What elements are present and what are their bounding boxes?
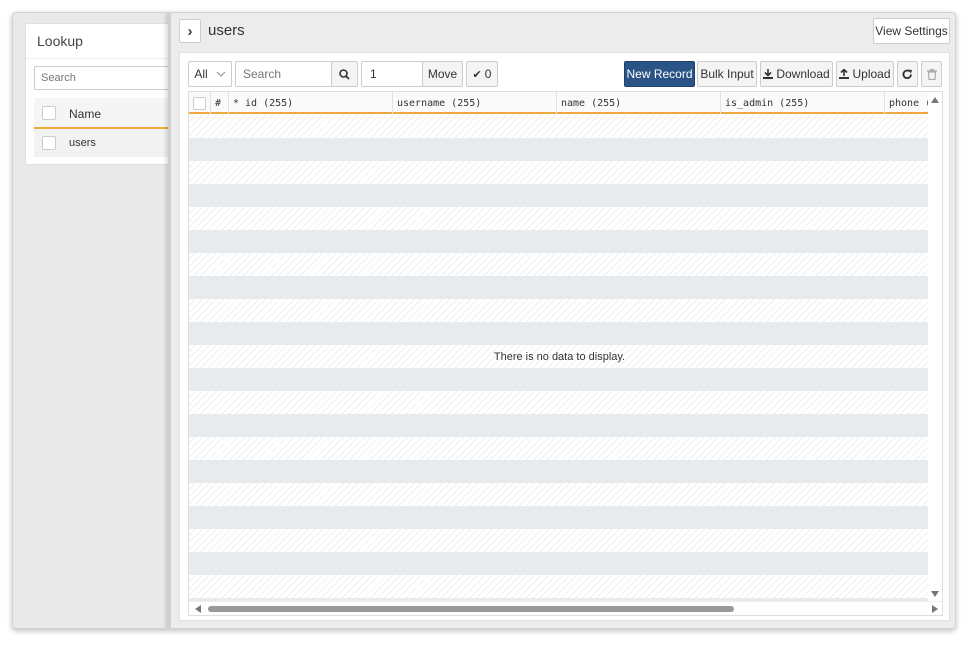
selected-count: 0 bbox=[484, 67, 492, 81]
scroll-left-icon[interactable] bbox=[195, 605, 201, 613]
move-button[interactable]: Move bbox=[422, 61, 463, 87]
page-number-input[interactable] bbox=[361, 61, 423, 87]
column-header-phone[interactable]: phone (255) bbox=[885, 92, 930, 114]
scroll-right-icon[interactable] bbox=[932, 605, 938, 613]
bulk-input-button[interactable]: Bulk Input bbox=[697, 61, 757, 87]
selected-count-button[interactable]: ✔ 0 bbox=[466, 61, 498, 87]
lookup-title: Lookup bbox=[37, 33, 83, 49]
lookup-panel: Lookup Name users bbox=[25, 23, 185, 165]
upload-label: Upload bbox=[852, 67, 891, 81]
empty-row bbox=[189, 414, 930, 437]
lookup-table-header: Name bbox=[34, 98, 184, 129]
table-content: All Move ✔ 0 New Record Bulk Input Downl… bbox=[179, 52, 950, 621]
horizontal-scrollbar[interactable] bbox=[189, 601, 942, 615]
new-record-button[interactable]: New Record bbox=[624, 61, 695, 87]
empty-row bbox=[189, 184, 930, 207]
table-panel: › users View Settings All Move ✔ 0 New R… bbox=[168, 13, 955, 628]
upload-icon bbox=[839, 69, 850, 79]
refresh-button[interactable] bbox=[897, 61, 918, 87]
empty-row bbox=[189, 230, 930, 253]
search-icon bbox=[339, 68, 350, 80]
lookup-search-input[interactable] bbox=[34, 66, 184, 90]
scroll-up-icon[interactable] bbox=[931, 97, 939, 103]
filter-select-value: All bbox=[194, 67, 208, 81]
empty-row bbox=[189, 207, 930, 230]
column-header-username[interactable]: username (255) bbox=[393, 92, 557, 114]
empty-row bbox=[189, 368, 930, 391]
horizontal-scroll-thumb[interactable] bbox=[208, 606, 734, 612]
download-label: Download bbox=[776, 67, 830, 81]
vertical-scrollbar[interactable] bbox=[928, 92, 942, 602]
lookup-item-checkbox[interactable] bbox=[42, 136, 56, 150]
empty-row bbox=[189, 299, 930, 322]
expand-panel-button[interactable]: › bbox=[179, 19, 201, 43]
grid-select-all[interactable] bbox=[189, 92, 211, 114]
empty-row bbox=[189, 437, 930, 460]
data-grid: # * id (255) username (255) name (255) i… bbox=[188, 91, 943, 616]
lookup-divider bbox=[26, 58, 184, 59]
empty-message: There is no data to display. bbox=[493, 351, 626, 363]
upload-button[interactable]: Upload bbox=[836, 61, 894, 87]
empty-row bbox=[189, 253, 930, 276]
select-all-checkbox[interactable] bbox=[193, 96, 206, 110]
download-icon bbox=[763, 69, 774, 79]
delete-button[interactable] bbox=[921, 61, 942, 87]
empty-row bbox=[189, 552, 930, 575]
lookup-column-name: Name bbox=[69, 107, 102, 121]
empty-row bbox=[189, 138, 930, 161]
search-button[interactable] bbox=[331, 61, 358, 87]
empty-row bbox=[189, 115, 930, 138]
view-settings-button[interactable]: View Settings bbox=[873, 18, 950, 44]
empty-row bbox=[189, 483, 930, 506]
row-number-header: # bbox=[211, 92, 229, 114]
empty-row bbox=[189, 575, 930, 598]
check-icon: ✔ bbox=[472, 68, 482, 81]
app-window: Lookup Name users › users View Settings … bbox=[12, 12, 956, 629]
search-input[interactable] bbox=[235, 61, 332, 87]
column-header-id[interactable]: * id (255) bbox=[229, 92, 393, 114]
refresh-icon bbox=[902, 69, 912, 79]
grid-body: There is no data to display. bbox=[189, 115, 930, 602]
page-title: users bbox=[208, 22, 245, 39]
column-header-name[interactable]: name (255) bbox=[557, 92, 721, 114]
lookup-item-users[interactable]: users bbox=[34, 129, 184, 157]
download-button[interactable]: Download bbox=[760, 61, 833, 87]
empty-row bbox=[189, 322, 930, 345]
lookup-item-label: users bbox=[69, 137, 96, 149]
column-header-is-admin[interactable]: is_admin (255) bbox=[721, 92, 885, 114]
grid-header: # * id (255) username (255) name (255) i… bbox=[189, 92, 930, 114]
chevron-down-icon bbox=[216, 71, 226, 77]
lookup-select-all-checkbox[interactable] bbox=[42, 106, 56, 120]
empty-row bbox=[189, 506, 930, 529]
empty-row bbox=[189, 161, 930, 184]
empty-row bbox=[189, 529, 930, 552]
empty-row bbox=[189, 391, 930, 414]
empty-row bbox=[189, 276, 930, 299]
scroll-down-icon[interactable] bbox=[931, 591, 939, 597]
filter-select[interactable]: All bbox=[188, 61, 232, 87]
trash-icon bbox=[926, 68, 937, 80]
empty-row bbox=[189, 460, 930, 483]
chevron-right-icon: › bbox=[187, 22, 193, 40]
